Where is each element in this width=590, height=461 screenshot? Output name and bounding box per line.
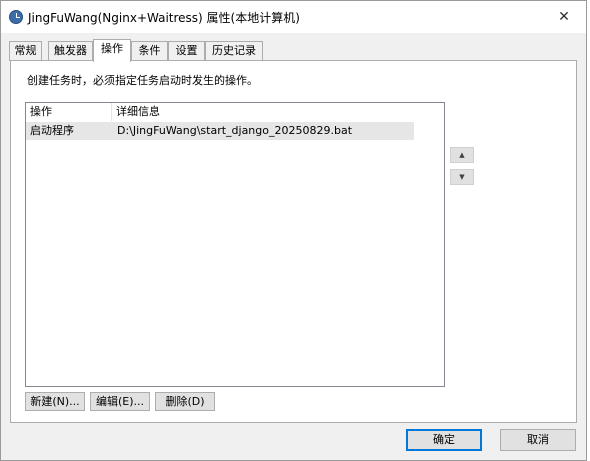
tab-conditions[interactable]: 条件: [131, 41, 168, 61]
actions-tab-panel: 创建任务时，必须指定任务启动时发生的操作。 操作 详细信息 启动程序 D:\Ji…: [10, 60, 577, 423]
new-action-button[interactable]: 新建(N)...: [25, 392, 85, 411]
move-down-button[interactable]: ▼: [450, 169, 474, 185]
tab-history[interactable]: 历史记录: [205, 41, 263, 61]
row-details: D:\JingFuWang\start_django_20250829.bat: [117, 124, 353, 137]
arrow-down-icon: ▼: [459, 173, 465, 181]
ok-button[interactable]: 确定: [406, 429, 482, 451]
tab-general[interactable]: 常规: [9, 41, 42, 61]
task-scheduler-clock-icon: [9, 10, 23, 24]
row-action: 启动程序: [30, 124, 74, 137]
table-row[interactable]: 启动程序 D:\JingFuWang\start_django_20250829…: [26, 122, 414, 140]
list-header: 操作 详细信息: [26, 103, 444, 121]
title-bar: JingFuWang(Nginx+Waitress) 属性(本地计算机) ✕: [1, 1, 586, 33]
actions-list[interactable]: 操作 详细信息 启动程序 D:\JingFuWang\start_django_…: [25, 102, 445, 387]
edit-action-button[interactable]: 编辑(E)...: [90, 392, 150, 411]
delete-action-button[interactable]: 删除(D): [155, 392, 215, 411]
column-header-action[interactable]: 操作: [26, 103, 112, 121]
column-header-details[interactable]: 详细信息: [112, 103, 412, 121]
tab-triggers[interactable]: 触发器: [48, 41, 93, 61]
move-up-button[interactable]: ▲: [450, 147, 474, 163]
close-icon[interactable]: ✕: [542, 1, 586, 33]
task-properties-dialog: JingFuWang(Nginx+Waitress) 属性(本地计算机) ✕ 常…: [0, 0, 587, 461]
arrow-up-icon: ▲: [459, 151, 465, 159]
cancel-button[interactable]: 取消: [500, 429, 576, 451]
actions-description: 创建任务时，必须指定任务启动时发生的操作。: [27, 74, 258, 87]
tab-actions[interactable]: 操作: [93, 39, 131, 62]
window-title: JingFuWang(Nginx+Waitress) 属性(本地计算机): [28, 11, 300, 25]
tab-settings[interactable]: 设置: [168, 41, 205, 61]
